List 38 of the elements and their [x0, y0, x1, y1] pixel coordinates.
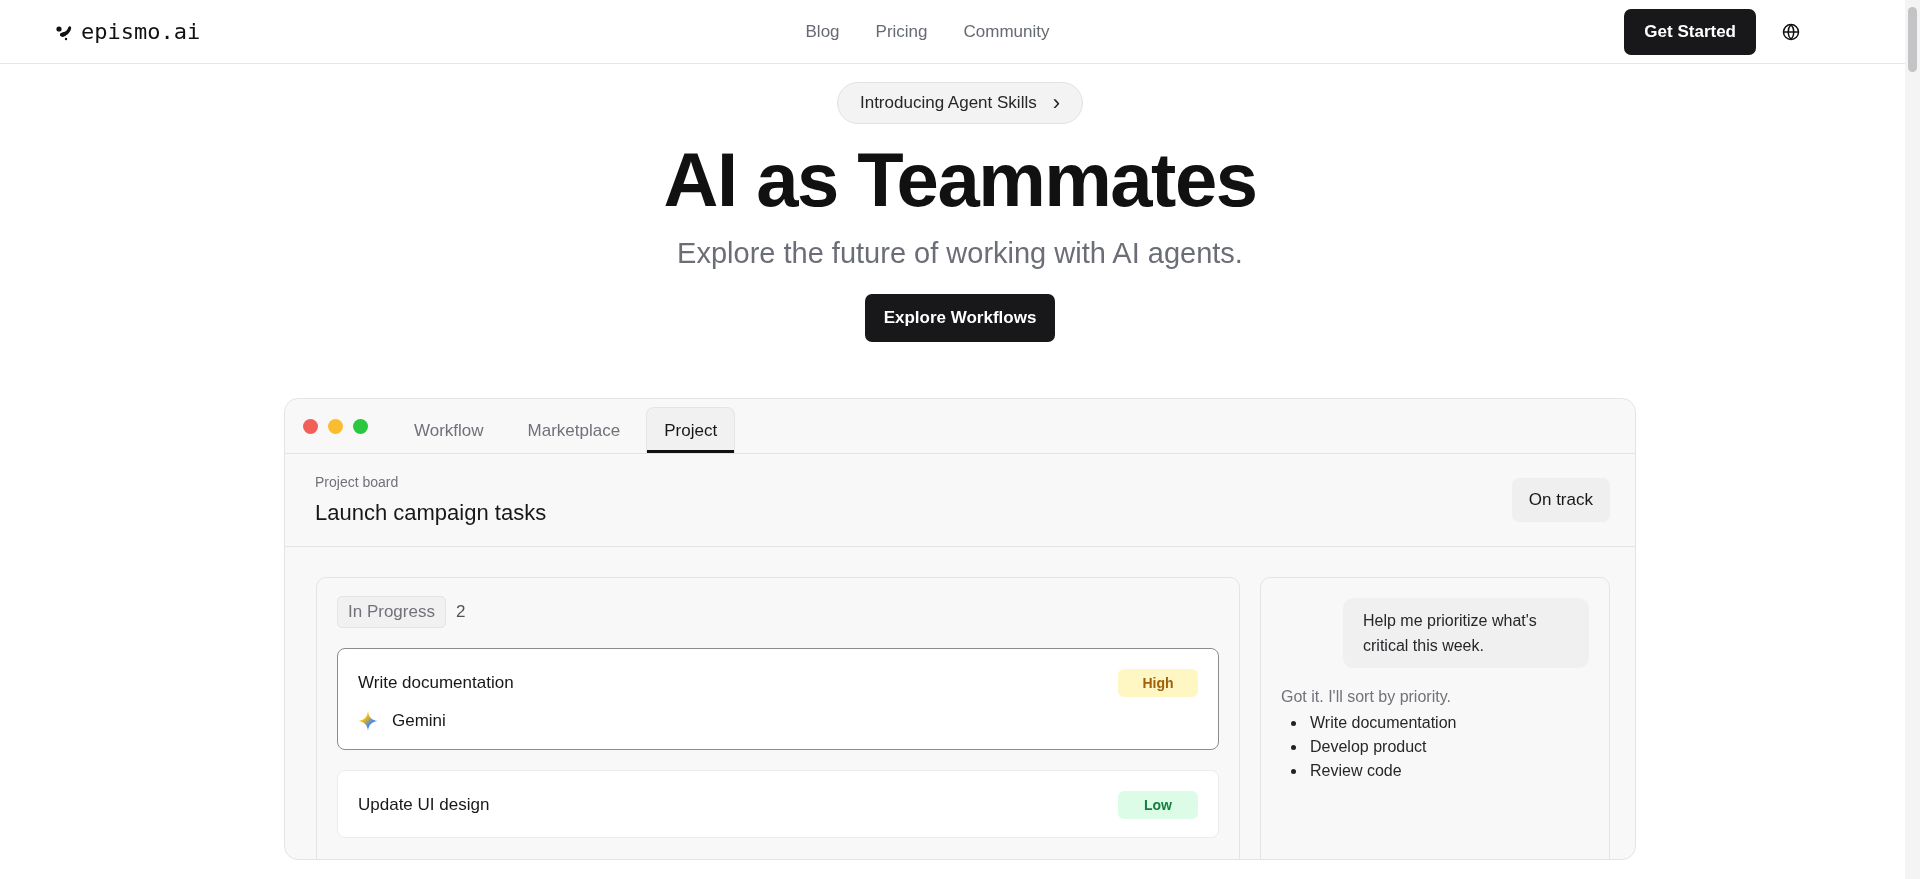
globe-icon[interactable] — [1782, 22, 1800, 41]
sparkle-icon — [358, 711, 378, 731]
priority-badge: Low — [1118, 791, 1198, 819]
tab[interactable]: Workflow — [396, 407, 502, 453]
announcement-pill[interactable]: Introducing Agent Skills › — [836, 82, 1083, 124]
bullet-icon — [1291, 744, 1296, 750]
list-item: Review code — [1310, 762, 1402, 780]
task-card[interactable]: Update UI design Low — [337, 770, 1219, 838]
task-card[interactable]: Write documentation High Gemini — [337, 648, 1219, 750]
scrollbar-thumb[interactable] — [1908, 7, 1917, 72]
nav-link[interactable]: Pricing — [875, 21, 928, 42]
column-title: In Progress — [337, 596, 446, 628]
get-started-button[interactable]: Get Started — [1624, 8, 1756, 55]
priority-badge: High — [1118, 669, 1198, 697]
bullet-icon — [1291, 768, 1296, 774]
column-count: 2 — [455, 602, 466, 622]
window-control-dot[interactable] — [328, 418, 343, 434]
window-control-dot[interactable] — [353, 418, 368, 434]
assignee-name: Gemini — [392, 711, 446, 731]
list-item: Write documentation — [1310, 714, 1457, 732]
board-label: Project board — [315, 474, 400, 490]
hero-title: AI as Teammates — [663, 136, 1257, 223]
explore-workflows-button[interactable]: Explore Workflows — [864, 294, 1056, 342]
task-title: Write documentation — [358, 673, 514, 693]
board-title: Launch campaign tasks — [315, 500, 547, 526]
list-item: Develop product — [1310, 738, 1427, 756]
status-badge: On track — [1511, 478, 1610, 522]
brand-name[interactable]: epismo.ai — [81, 19, 201, 44]
tab[interactable]: Project — [646, 407, 736, 453]
hero-subtitle: Explore the future of working with AI agents. — [677, 237, 1243, 270]
user-message: Help me prioritize what's critical this week. — [1343, 598, 1589, 668]
nav-link[interactable]: Community — [963, 21, 1050, 42]
tab[interactable]: Marketplace — [509, 407, 639, 453]
window-control-dot[interactable] — [303, 418, 318, 434]
bullet-icon — [1291, 720, 1296, 726]
assistant-reply: Got it. I'll sort by priority. — [1281, 688, 1452, 706]
nav-link[interactable]: Blog — [805, 21, 840, 42]
task-title: Update UI design — [358, 795, 490, 815]
